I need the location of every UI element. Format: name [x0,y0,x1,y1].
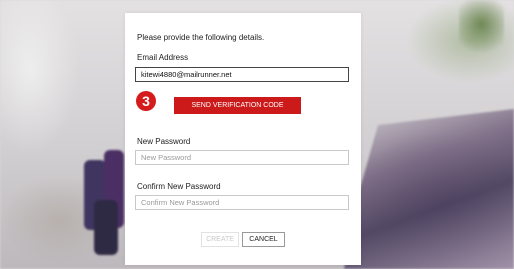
send-verification-code-button[interactable]: SEND VERIFICATION CODE [174,97,301,114]
background-plant [459,0,504,60]
confirm-password-label: Confirm New Password [137,182,221,191]
email-field[interactable] [135,67,349,82]
cancel-button[interactable]: CANCEL [242,232,285,247]
email-label: Email Address [137,53,189,62]
confirm-password-field[interactable] [135,195,349,210]
password-reset-panel: Please provide the following details. Em… [125,13,361,265]
background-fabric [344,109,514,269]
new-password-field[interactable] [135,150,349,165]
new-password-label: New Password [137,137,191,146]
form-intro: Please provide the following details. [137,33,265,42]
background-thread-spool [94,200,118,255]
create-button[interactable]: CREATE [201,232,239,247]
step-number-badge: 3 [136,91,156,111]
